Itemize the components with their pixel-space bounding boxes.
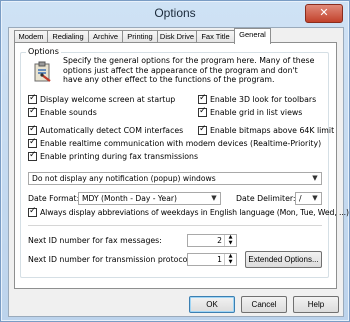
date-format-label: Date Format:: [28, 194, 80, 203]
next-protocol-value: 1: [217, 255, 222, 264]
bitmaps-checkbox[interactable]: [198, 124, 207, 135]
dialog-client: Modem Redialing Archive Printing Disk Dr…: [8, 27, 349, 317]
notification-select-value: Do not display any notification (popup) …: [32, 174, 216, 183]
extended-options-button[interactable]: Extended Options...: [245, 251, 322, 268]
clipboard-settings-icon: [33, 61, 53, 83]
down-arrow-icon[interactable]: ▼: [225, 259, 236, 266]
options-dialog: Options ✕ Modem Redialing Archive Printi…: [0, 0, 350, 322]
next-fax-value: 2: [217, 236, 222, 245]
abbrev-label: Always display abbreviations of weekdays…: [40, 208, 349, 217]
options-group: Options Specify the general options for …: [20, 47, 349, 278]
tab-general[interactable]: General: [234, 28, 271, 44]
date-format-select[interactable]: MDY (Month - Day - Year) ▼: [78, 192, 221, 205]
separator: [28, 225, 322, 226]
com-label: Automatically detect COM interfaces: [40, 126, 184, 135]
abbrev-checkbox[interactable]: [28, 206, 37, 217]
next-protocol-label: Next ID number for transmission protocol…: [28, 255, 193, 264]
sounds-checkbox[interactable]: [28, 106, 37, 117]
chevron-down-icon: ▼: [312, 194, 318, 202]
window-title: Options: [154, 6, 196, 20]
ok-button[interactable]: OK: [189, 296, 235, 313]
date-delimiter-value: /: [299, 194, 302, 203]
spinner-buttons[interactable]: ▲ ▼: [224, 253, 236, 266]
general-tab-panel: Options Specify the general options for …: [14, 42, 349, 289]
notification-select[interactable]: Do not display any notification (popup) …: [28, 172, 322, 185]
date-format-value: MDY (Month - Day - Year): [82, 194, 177, 203]
date-delimiter-label: Date Delimiter:: [236, 194, 296, 203]
next-fax-spinner[interactable]: 2 ▲ ▼: [187, 234, 237, 247]
grid-checkbox[interactable]: [198, 106, 207, 117]
spinner-buttons[interactable]: ▲ ▼: [224, 234, 236, 247]
cancel-button[interactable]: Cancel: [241, 296, 287, 313]
bitmaps-label: Enable bitmaps above 64K limit: [210, 126, 335, 135]
look3d-checkbox[interactable]: [198, 93, 207, 104]
next-protocol-spinner[interactable]: 1 ▲ ▼: [187, 253, 237, 266]
down-arrow-icon[interactable]: ▼: [225, 240, 236, 247]
chevron-down-icon: ▼: [312, 174, 318, 182]
welcome-label: Display welcome screen at startup: [40, 95, 176, 104]
options-description: Specify the general options for the prog…: [63, 56, 315, 84]
next-fax-label: Next ID number for fax messages:: [28, 236, 162, 245]
realtime-label: Enable realtime communication with modem…: [40, 139, 322, 148]
close-button[interactable]: ✕: [305, 4, 343, 23]
com-checkbox[interactable]: [28, 124, 37, 135]
printing-label: Enable printing during fax transmissions: [40, 152, 199, 161]
look3d-label: Enable 3D look for toolbars: [210, 95, 317, 104]
options-group-label: Options: [26, 47, 61, 56]
help-button[interactable]: Help: [293, 296, 339, 313]
date-delimiter-select[interactable]: / ▼: [295, 192, 322, 205]
close-icon: ✕: [319, 6, 329, 19]
title-bar[interactable]: Options ✕: [1, 1, 349, 27]
sounds-label: Enable sounds: [40, 108, 97, 117]
realtime-checkbox[interactable]: [28, 137, 37, 148]
grid-label: Enable grid in list views: [210, 108, 303, 117]
printing-checkbox[interactable]: [28, 150, 37, 161]
welcome-checkbox[interactable]: [28, 93, 37, 104]
chevron-down-icon: ▼: [211, 194, 217, 202]
